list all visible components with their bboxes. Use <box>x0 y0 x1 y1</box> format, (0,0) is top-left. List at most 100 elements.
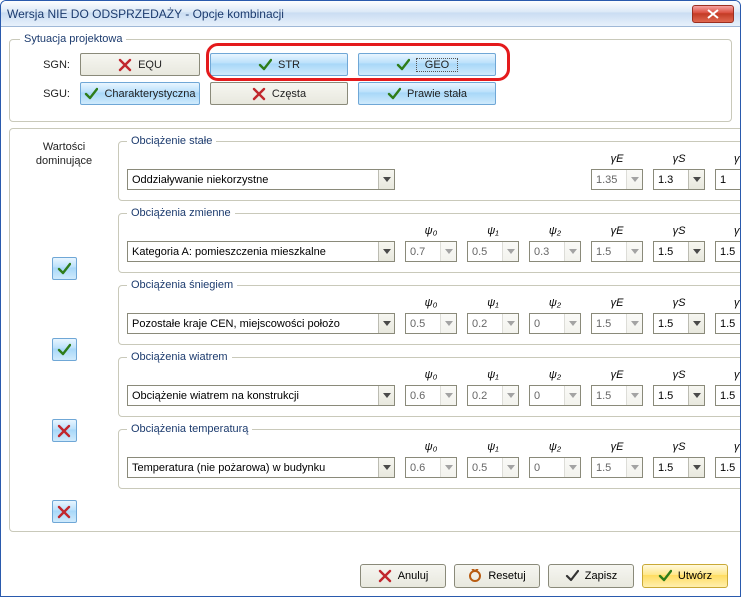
wiatr-gS[interactable]: 1.5 <box>653 385 705 406</box>
wiatr-gG[interactable]: 1.5 <box>715 385 741 406</box>
sgu-char-button[interactable]: Charakterystyczna <box>80 82 200 105</box>
snieg-psi1[interactable]: 0.2 <box>467 313 519 334</box>
create-label: Utwórz <box>678 570 712 582</box>
chevron-down-icon <box>688 314 704 333</box>
temp-gG[interactable]: 1.5 <box>715 457 741 478</box>
create-button[interactable]: Utwórz <box>642 564 728 588</box>
check-icon <box>57 262 71 276</box>
cancel-label: Anuluj <box>398 570 429 582</box>
chevron-down-icon <box>440 242 456 261</box>
chevron-down-icon <box>564 458 580 477</box>
close-button[interactable] <box>692 5 734 23</box>
wiatr-psi1[interactable]: 0.2 <box>467 385 519 406</box>
zmienne-combo[interactable]: Kategoria A: pomieszczenia mieszkalne <box>127 241 395 262</box>
stale-gG[interactable]: 1 <box>715 169 741 190</box>
design-situation-legend: Sytuacja projektowa <box>20 33 126 45</box>
zmienne-gS[interactable]: 1.5 <box>653 241 705 262</box>
header-psi2: ψ₂ <box>529 369 581 381</box>
zmienne-psi0[interactable]: 0.7 <box>405 241 457 262</box>
cross-icon <box>252 87 266 101</box>
dominant-label-1: Wartości <box>43 141 85 153</box>
snieg-gE[interactable]: 1.5 <box>591 313 643 334</box>
wiatr-gE[interactable]: 1.5 <box>591 385 643 406</box>
snieg-psi2[interactable]: 0 <box>529 313 581 334</box>
window-title: Wersja NIE DO ODSPRZEDAŻY - Opcje kombin… <box>7 7 284 21</box>
sgn-str-label: STR <box>278 59 300 71</box>
stale-combo[interactable]: Oddziaływanie niekorzystne <box>127 169 395 190</box>
sgn-geo-button[interactable]: GEO <box>358 53 496 76</box>
chevron-down-icon <box>564 386 580 405</box>
dominant-toggle-temp[interactable] <box>52 500 77 523</box>
cross-icon <box>57 505 71 519</box>
footer-buttons: Anuluj Resetuj Zapisz Utwórz <box>360 564 728 588</box>
chevron-down-icon <box>440 458 456 477</box>
dominant-toggle-wiatr[interactable] <box>52 419 77 442</box>
zmienne-psi2[interactable]: 0.3 <box>529 241 581 262</box>
wiatr-psi0[interactable]: 0.6 <box>405 385 457 406</box>
dominant-column: Wartości dominujące <box>18 135 110 523</box>
header-gS: γS <box>653 225 705 237</box>
header-gE: γE <box>591 225 643 237</box>
stale-combo-value: Oddziaływanie niekorzystne <box>132 174 268 186</box>
chevron-down-icon <box>564 314 580 333</box>
reset-label: Resetuj <box>488 570 525 582</box>
wiatr-combo[interactable]: Obciążenie wiatrem na konstrukcji <box>127 385 395 406</box>
sgn-str-button[interactable]: STR <box>210 53 348 76</box>
dominant-toggle-snieg[interactable] <box>52 338 77 361</box>
chevron-down-icon <box>626 386 642 405</box>
zmienne-gG[interactable]: 1.5 <box>715 241 741 262</box>
sgn-equ-button[interactable]: EQU <box>80 53 200 76</box>
snieg-gG[interactable]: 1.5 <box>715 313 741 334</box>
temp-gE[interactable]: 1.5 <box>591 457 643 478</box>
wiatr-combo-value: Obciążenie wiatrem na konstrukcji <box>132 390 299 402</box>
header-psi2: ψ₂ <box>529 441 581 453</box>
zmienne-gE[interactable]: 1.5 <box>591 241 643 262</box>
sgu-czesta-label: Częsta <box>272 88 306 100</box>
header-psi0: ψ₀ <box>405 297 457 309</box>
temp-psi0[interactable]: 0.6 <box>405 457 457 478</box>
group-snieg: Obciążenia śniegiem ψ₀ ψ₁ ψ₂ γE γS γG Po… <box>118 279 741 345</box>
group-wiatr: Obciążenia wiatrem ψ₀ ψ₁ ψ₂ γE γS γG Obc… <box>118 351 741 417</box>
header-gG: γG <box>715 297 741 309</box>
chevron-down-icon <box>502 242 518 261</box>
stale-gE[interactable]: 1.35 <box>591 169 643 190</box>
snieg-psi0[interactable]: 0.5 <box>405 313 457 334</box>
group-snieg-legend: Obciążenia śniegiem <box>127 279 237 291</box>
wiatr-psi2[interactable]: 0 <box>529 385 581 406</box>
check-icon <box>396 58 410 72</box>
cross-icon <box>118 58 132 72</box>
close-icon <box>707 9 719 19</box>
temp-gS[interactable]: 1.5 <box>653 457 705 478</box>
save-button[interactable]: Zapisz <box>548 564 634 588</box>
temp-psi2[interactable]: 0 <box>529 457 581 478</box>
stale-gS[interactable]: 1.3 <box>653 169 705 190</box>
cancel-button[interactable]: Anuluj <box>360 564 446 588</box>
header-psi2: ψ₂ <box>529 297 581 309</box>
chevron-down-icon <box>378 386 394 405</box>
temp-combo[interactable]: Temperatura (nie pożarowa) w budynku <box>127 457 395 478</box>
snieg-gS[interactable]: 1.5 <box>653 313 705 334</box>
chevron-down-icon <box>378 458 394 477</box>
snieg-combo[interactable]: Pozostałe kraje CEN, miejscowości położo <box>127 313 395 334</box>
group-zmienne-legend: Obciążenia zmienne <box>127 207 235 219</box>
sgu-prawie-label: Prawie stała <box>407 88 467 100</box>
header-psi1: ψ₁ <box>467 225 519 237</box>
sgu-czesta-button[interactable]: Częsta <box>210 82 348 105</box>
header-gE: γE <box>591 441 643 453</box>
chevron-down-icon <box>502 458 518 477</box>
header-gE: γE <box>591 153 643 165</box>
sgu-char-label: Charakterystyczna <box>104 88 195 100</box>
header-psi0: ψ₀ <box>405 441 457 453</box>
chevron-down-icon <box>626 314 642 333</box>
dominant-toggle-zmienne[interactable] <box>52 257 77 280</box>
header-psi0: ψ₀ <box>405 225 457 237</box>
header-gG: γG <box>715 225 741 237</box>
sgu-prawie-button[interactable]: Prawie stała <box>358 82 496 105</box>
group-wiatr-legend: Obciążenia wiatrem <box>127 351 232 363</box>
dialog-window: Wersja NIE DO ODSPRZEDAŻY - Opcje kombin… <box>0 0 741 597</box>
dominant-label-2: dominujące <box>36 155 92 167</box>
zmienne-psi1[interactable]: 0.5 <box>467 241 519 262</box>
reset-button[interactable]: Resetuj <box>454 564 540 588</box>
temp-psi1[interactable]: 0.5 <box>467 457 519 478</box>
group-temp-legend: Obciążenia temperaturą <box>127 423 252 435</box>
